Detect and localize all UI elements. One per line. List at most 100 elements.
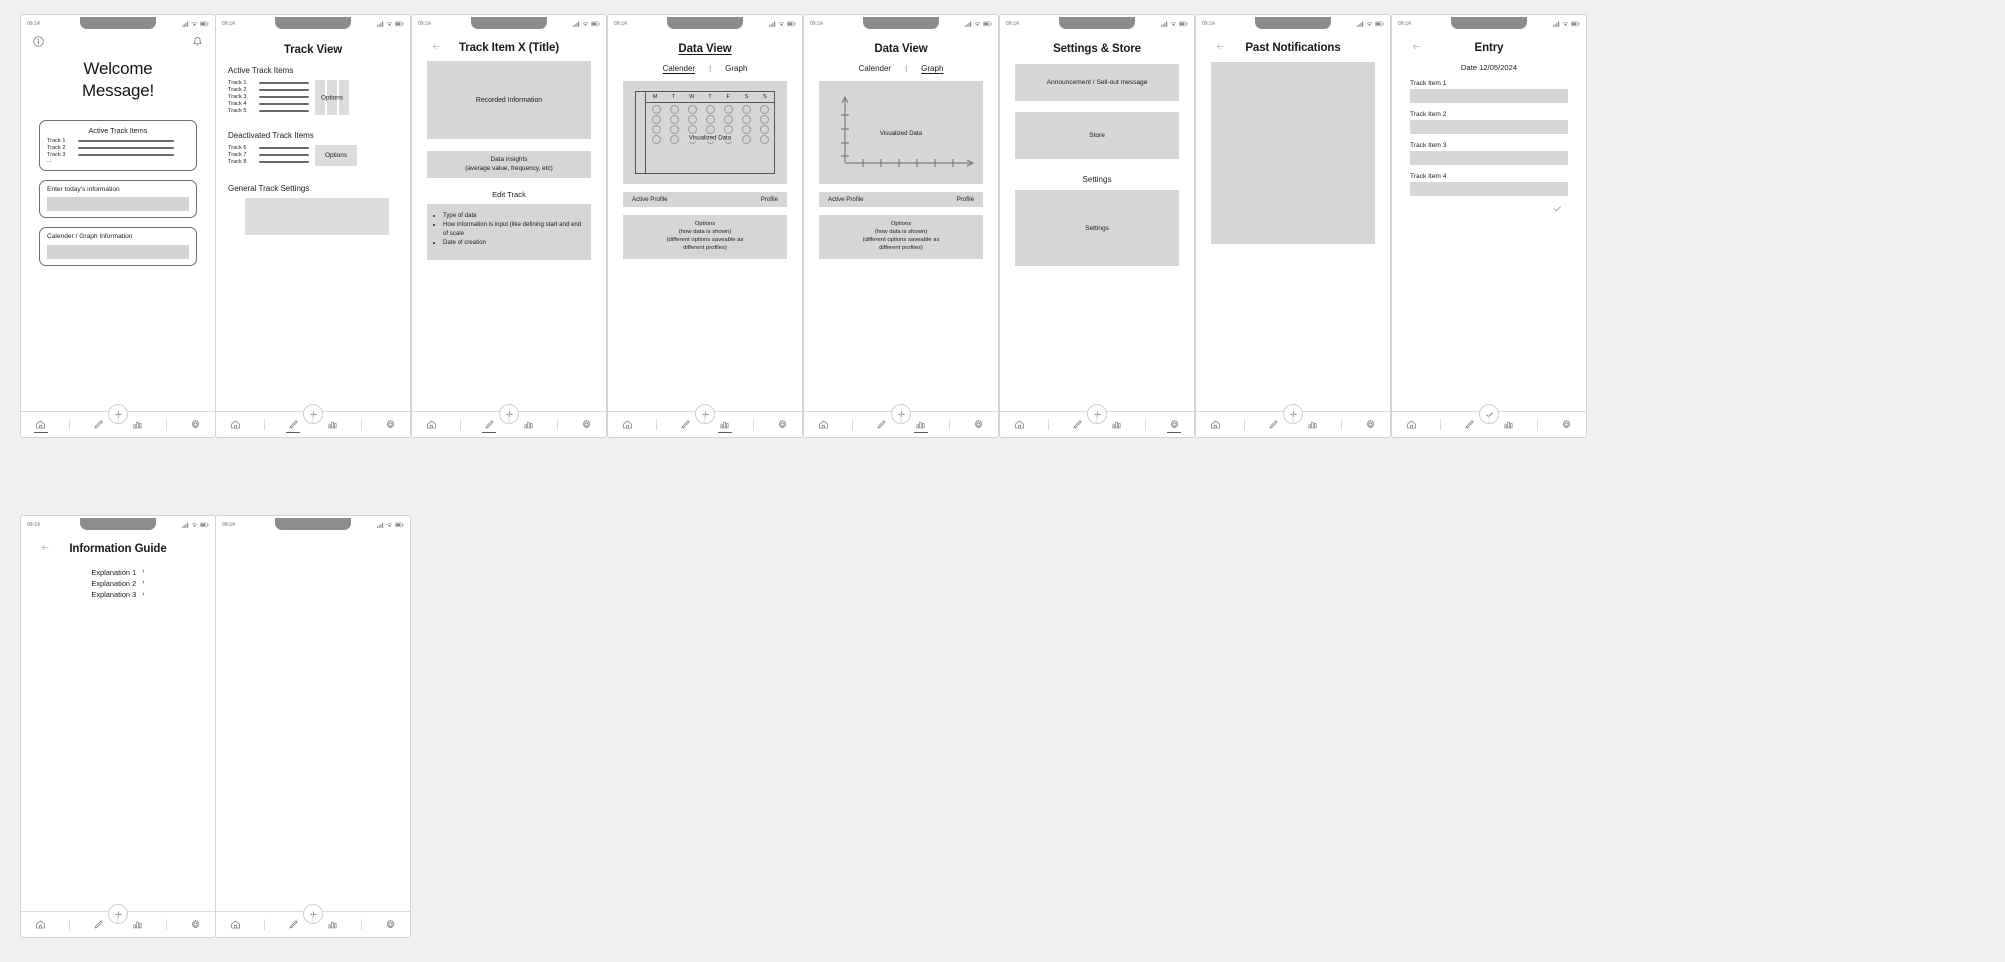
options-box[interactable]: Options (how data is shown) (different o… xyxy=(819,215,983,259)
calendar-day-cell[interactable] xyxy=(687,125,697,134)
entry-input[interactable] xyxy=(1410,89,1568,103)
nav-data[interactable] xyxy=(322,416,344,434)
nav-settings[interactable] xyxy=(1163,416,1185,434)
calendar-day-cell[interactable] xyxy=(651,105,661,114)
track-row[interactable]: Track 1 xyxy=(228,80,309,86)
nav-settings[interactable] xyxy=(1359,416,1381,434)
card-active-track-items[interactable]: Active Track Items Track 1 Track 2 Track… xyxy=(39,119,197,172)
nav-add-button[interactable] xyxy=(303,904,323,924)
nav-data[interactable] xyxy=(1302,416,1324,434)
nav-edit[interactable] xyxy=(1066,416,1088,434)
nav-data[interactable] xyxy=(910,416,932,434)
nav-data[interactable] xyxy=(127,416,149,434)
nav-data[interactable] xyxy=(1106,416,1128,434)
nav-edit[interactable] xyxy=(1262,416,1284,434)
entry-input[interactable] xyxy=(1410,120,1568,134)
deactivated-options-button[interactable]: Options xyxy=(315,145,357,166)
active-options-button[interactable]: Options xyxy=(315,80,349,115)
nav-data[interactable] xyxy=(322,916,344,934)
track-row[interactable]: Track 6 xyxy=(228,145,309,151)
nav-data[interactable] xyxy=(127,916,149,934)
tab-graph[interactable]: Graph xyxy=(921,64,943,73)
nav-add-button[interactable] xyxy=(1283,404,1303,424)
calendar-day-cell[interactable] xyxy=(759,105,769,114)
nav-add-button[interactable] xyxy=(303,404,323,424)
nav-home[interactable] xyxy=(421,416,443,434)
nav-edit[interactable] xyxy=(282,416,304,434)
nav-home[interactable] xyxy=(30,416,52,434)
nav-add-button[interactable] xyxy=(891,404,911,424)
calendar-placeholder[interactable] xyxy=(47,244,189,259)
calendar-day-cell[interactable] xyxy=(705,115,715,124)
track-row[interactable]: Track 2 xyxy=(228,87,309,93)
track-row[interactable]: Track 1 xyxy=(47,138,189,144)
data-insights-box[interactable]: Data insights (average value, frequency,… xyxy=(427,151,591,179)
options-box[interactable]: Options (how data is shown) (different o… xyxy=(623,215,787,259)
back-arrow-icon[interactable] xyxy=(431,39,442,57)
track-row[interactable]: Track 8 xyxy=(228,159,309,165)
nav-home[interactable] xyxy=(30,916,52,934)
nav-settings[interactable] xyxy=(184,916,206,934)
list-item[interactable]: Explanation 2 › xyxy=(30,578,206,589)
calendar-day-cell[interactable] xyxy=(687,105,697,114)
calendar-day-cell[interactable] xyxy=(723,125,733,134)
nav-settings[interactable] xyxy=(575,416,597,434)
nav-edit[interactable] xyxy=(478,416,500,434)
announcement-box[interactable]: Announcement / Sell-out message xyxy=(1015,64,1179,101)
store-box[interactable]: Store xyxy=(1015,112,1179,159)
nav-edit[interactable] xyxy=(870,416,892,434)
info-icon[interactable] xyxy=(32,35,45,48)
card-calendar-graph[interactable]: Calender / Graph Information xyxy=(39,227,197,266)
notifications-list-placeholder[interactable] xyxy=(1211,62,1375,244)
back-arrow-icon[interactable] xyxy=(40,540,51,558)
general-settings-box[interactable] xyxy=(245,198,389,235)
settings-box[interactable]: Settings xyxy=(1015,190,1179,266)
calendar-day-cell[interactable] xyxy=(705,125,715,134)
nav-edit[interactable] xyxy=(1458,416,1480,434)
nav-settings[interactable] xyxy=(379,416,401,434)
nav-add-button[interactable] xyxy=(695,404,715,424)
calendar-day-cell[interactable] xyxy=(759,125,769,134)
active-profile-bar[interactable]: Active Profile Profile xyxy=(623,192,787,207)
graph-visualization[interactable]: Visualized Data xyxy=(819,81,983,184)
calendar-day-cell[interactable] xyxy=(687,115,697,124)
tab-graph[interactable]: Graph xyxy=(725,64,747,73)
track-row[interactable]: Track 4 xyxy=(228,101,309,107)
track-row[interactable]: Track 2 xyxy=(47,145,189,151)
nav-edit[interactable] xyxy=(282,916,304,934)
calendar-day-cell[interactable] xyxy=(741,105,751,114)
calendar-day-cell[interactable] xyxy=(669,115,679,124)
calendar-day-cell[interactable] xyxy=(669,105,679,114)
nav-settings[interactable] xyxy=(184,416,206,434)
track-row[interactable]: Track 3 xyxy=(47,152,189,158)
card-enter-information[interactable]: Enter today's information xyxy=(39,180,197,219)
nav-home[interactable] xyxy=(225,416,247,434)
calendar-day-cell[interactable] xyxy=(723,105,733,114)
entry-placeholder[interactable] xyxy=(47,197,189,212)
nav-settings[interactable] xyxy=(1555,416,1577,434)
nav-add-button[interactable] xyxy=(499,404,519,424)
nav-add-button[interactable] xyxy=(1087,404,1107,424)
nav-edit[interactable] xyxy=(87,916,109,934)
nav-edit[interactable] xyxy=(87,416,109,434)
confirm-entry-button[interactable] xyxy=(1401,196,1577,214)
nav-confirm-button[interactable] xyxy=(1479,404,1499,424)
nav-home[interactable] xyxy=(1205,416,1227,434)
entry-input[interactable] xyxy=(1410,151,1568,165)
list-item[interactable]: Explanation 1 › xyxy=(30,567,206,578)
tab-calendar[interactable]: Calender xyxy=(859,64,891,73)
back-arrow-icon[interactable] xyxy=(1411,39,1422,57)
recorded-information-box[interactable]: Recorded Information xyxy=(427,61,591,139)
nav-home[interactable] xyxy=(1009,416,1031,434)
calendar-visualization[interactable]: M T W T F S S Visualized Data xyxy=(623,81,787,184)
nav-settings[interactable] xyxy=(771,416,793,434)
calendar-day-cell[interactable] xyxy=(651,115,661,124)
entry-input[interactable] xyxy=(1410,182,1568,196)
nav-home[interactable] xyxy=(617,416,639,434)
calendar-day-cell[interactable] xyxy=(741,115,751,124)
active-profile-bar[interactable]: Active Profile Profile xyxy=(819,192,983,207)
nav-data[interactable] xyxy=(518,416,540,434)
nav-settings[interactable] xyxy=(967,416,989,434)
nav-data[interactable] xyxy=(1498,416,1520,434)
nav-home[interactable] xyxy=(1401,416,1423,434)
